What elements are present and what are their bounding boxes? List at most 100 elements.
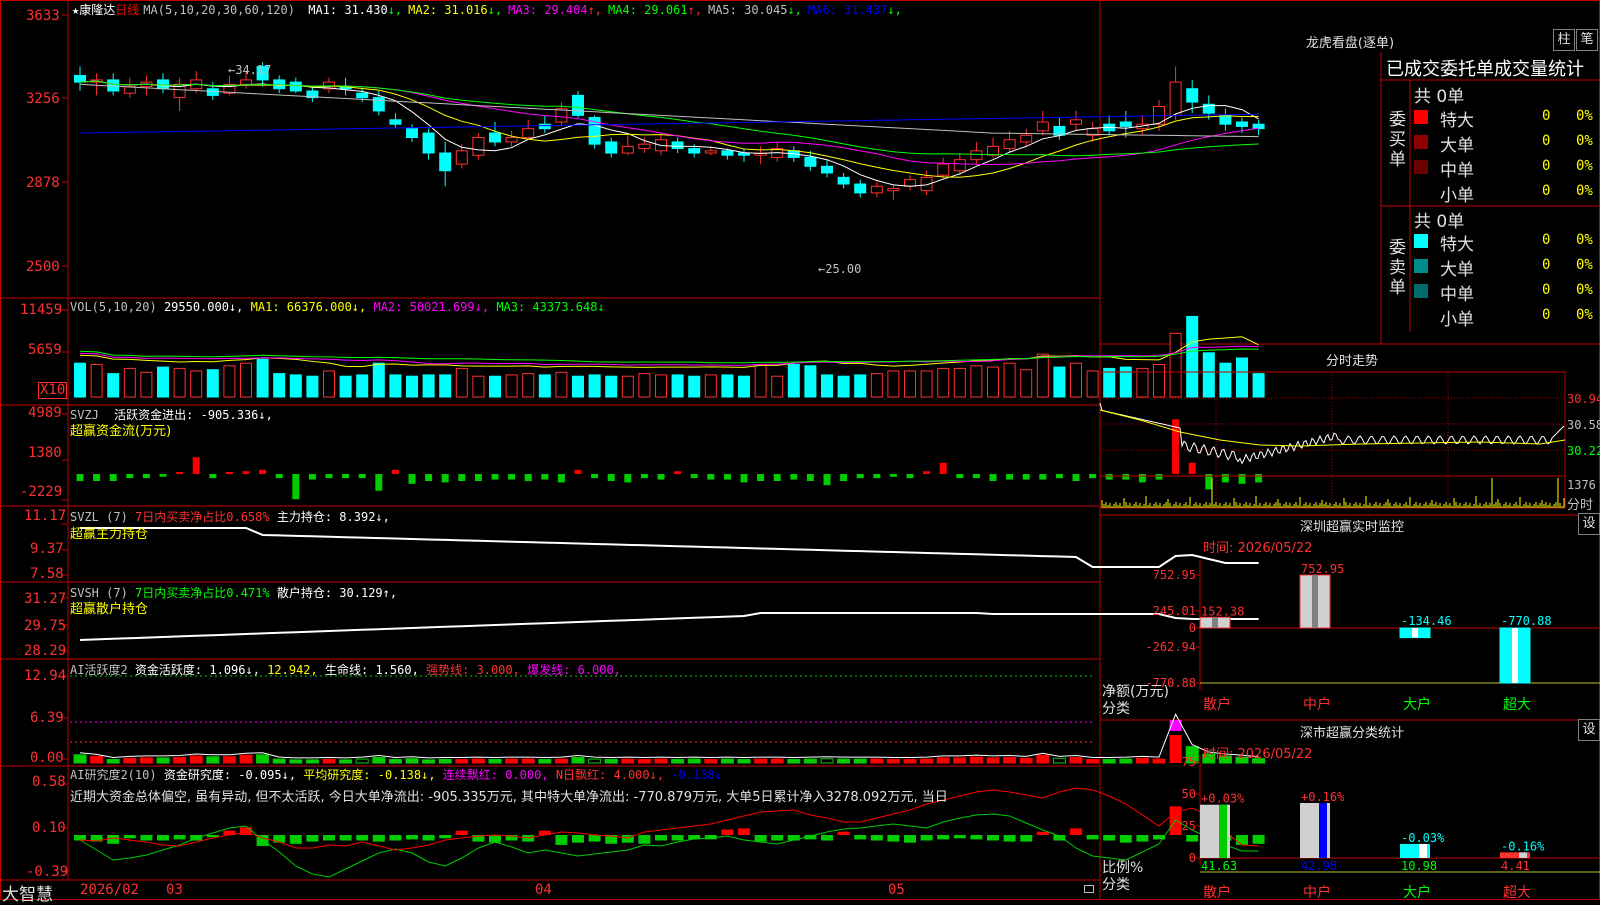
research-bar xyxy=(289,835,302,844)
order-count: 0 xyxy=(1542,257,1551,273)
research-bar xyxy=(1186,835,1199,842)
order-count: 0 xyxy=(1542,232,1551,248)
color-swatch xyxy=(1414,284,1428,298)
fund-flow-bar xyxy=(474,474,482,481)
candle-down xyxy=(671,141,684,150)
candle-up xyxy=(240,79,252,85)
activity-bar xyxy=(1135,757,1149,764)
classify-change-label: -0.16% xyxy=(1501,839,1545,853)
fund-flow-bar xyxy=(640,474,648,479)
period-label[interactable]: 日线 xyxy=(115,3,139,17)
monitor-title: 深圳超赢实时监控 xyxy=(1299,520,1404,535)
fund-flow-bar xyxy=(358,474,366,479)
monitor-ytick: 752.95 xyxy=(1153,568,1196,582)
activity-bar xyxy=(538,758,552,764)
candle-up xyxy=(887,187,900,192)
fund-flow-bar xyxy=(873,474,881,479)
order-percent: 0% xyxy=(1576,232,1593,248)
classify-title: 深市超赢分类统计 xyxy=(1299,726,1404,741)
fund-flow-bar xyxy=(674,471,682,474)
activity-bar xyxy=(206,756,220,764)
color-swatch xyxy=(1414,259,1428,273)
svzl-hold: 主力持仓: 8.392↓, xyxy=(276,510,390,524)
monitor-category-label: 中户 xyxy=(1303,696,1331,713)
volume-ma3: MA3: 43373.648↓ xyxy=(496,300,605,314)
candle-down xyxy=(157,79,169,90)
order-stat-row: 中单 0 0% xyxy=(1414,280,1600,305)
activity-bar xyxy=(1119,758,1133,764)
fund-flow-bar xyxy=(939,462,947,474)
volume-bar xyxy=(987,366,999,398)
classify-x-label: 分类 xyxy=(1102,877,1130,893)
bar-view-button[interactable]: 柱 xyxy=(1553,29,1575,51)
svsh-hold: 散户持仓: 30.129↑, xyxy=(276,586,398,600)
volume-bar xyxy=(605,375,618,398)
volume-bar xyxy=(289,374,302,398)
research-bar xyxy=(1252,835,1265,844)
monitor-category-label: 超大 xyxy=(1503,697,1531,713)
research-bar xyxy=(74,835,86,841)
volume-ytick: 11459 xyxy=(20,302,63,318)
research-bar xyxy=(638,835,651,844)
order-count: 0 xyxy=(1542,133,1551,149)
monitor-value-label: 752.95 xyxy=(1301,562,1344,576)
classify-bar-highlight xyxy=(1319,802,1327,858)
order-size-label: 小单 xyxy=(1440,310,1474,330)
ma-value-1: MA1: 31.430↓, xyxy=(308,3,403,17)
order-percent: 0% xyxy=(1576,307,1593,323)
classify-settings-button[interactable]: 设 xyxy=(1578,719,1600,741)
fund-flow-bar xyxy=(1221,474,1229,483)
ai-activity: 资金活跃度: 1.096↓, xyxy=(134,663,260,677)
svzj-ytick: -2229 xyxy=(20,484,63,500)
activity-bar xyxy=(1003,757,1017,764)
volume-bar xyxy=(953,367,966,398)
activity-bar xyxy=(455,758,469,764)
classify-value-label: 41.63 xyxy=(1201,859,1237,873)
monitor-settings-button[interactable]: 设 xyxy=(1578,513,1600,535)
activity-bar xyxy=(604,758,618,764)
main-chart-area[interactable]: 752.95 245.01 0 -262.94 -770.88 152.38 散户 752.9… xyxy=(0,0,1600,900)
monitor-bar-highlight xyxy=(1512,628,1518,683)
classify-change-label: +0.03% xyxy=(1201,792,1245,806)
fund-flow-bar xyxy=(391,469,399,474)
svzl-ytick: 9.37 xyxy=(30,541,64,557)
activity-bar xyxy=(189,755,203,764)
volume-bar xyxy=(356,374,369,398)
tick-view-button[interactable]: 笔 xyxy=(1576,29,1598,51)
activity-bar xyxy=(123,757,137,764)
ai-active-panel-header: AI活跃度2 资金活跃度: 1.096↓, 12.942, 生命线: 1.560… xyxy=(70,661,621,678)
candle-down xyxy=(854,183,867,194)
intraday-title: 分时走势 xyxy=(1325,354,1378,369)
research-bar xyxy=(821,835,833,841)
classify-change-label: -0.03% xyxy=(1401,831,1445,845)
longhu-title: 龙虎看盘(逐单) xyxy=(1305,36,1395,51)
candle-down xyxy=(837,176,850,185)
research-bar xyxy=(887,835,900,842)
activity-bar xyxy=(239,754,253,764)
lock-icon[interactable] xyxy=(1084,885,1094,893)
volume-bar xyxy=(1103,367,1116,398)
volume-bar xyxy=(389,374,402,398)
activity-bar xyxy=(803,758,817,764)
fund-flow-bar xyxy=(972,474,980,479)
fund-flow-bar xyxy=(491,474,499,480)
ai-research-avg: 平均研究度: -0.138↓, xyxy=(303,768,436,782)
volume-ma1: MA1: 66376.000↓, xyxy=(250,300,367,314)
activity-bar xyxy=(621,758,635,764)
fund-flow-bar xyxy=(923,471,931,474)
stock-name: 康隆达 xyxy=(79,3,116,17)
order-count: 0 xyxy=(1542,282,1551,298)
classify-value-label: 10.98 xyxy=(1401,859,1437,873)
order-stat-row: 中单 0 0% xyxy=(1414,156,1600,181)
retail-holding-line xyxy=(79,612,1259,641)
svzl-ytick: 11.17 xyxy=(24,508,67,524)
research-bar xyxy=(1136,835,1149,842)
volume-bar xyxy=(1020,369,1033,398)
volume-bar xyxy=(738,375,750,398)
fund-flow-bar xyxy=(889,474,897,477)
order-percent: 0% xyxy=(1576,158,1593,174)
research-bar xyxy=(987,835,999,841)
color-swatch xyxy=(1414,185,1428,199)
fund-flow-bar xyxy=(159,474,167,477)
ma-value-2: MA2: 31.016↓, xyxy=(408,3,503,17)
